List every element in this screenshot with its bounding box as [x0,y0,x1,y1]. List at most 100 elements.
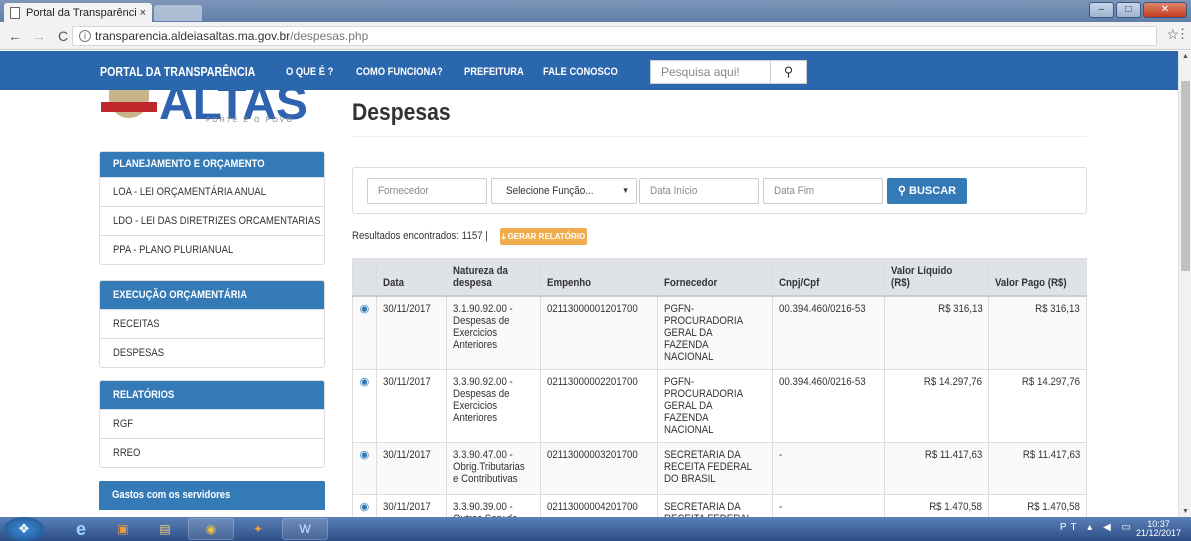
sidebar-item-ldo[interactable]: LDO - LEI DAS DIRETRIZES ORCAMENTARIAS [100,206,324,235]
firefox-icon[interactable]: ✦ [238,518,278,540]
col-header-valor-pago[interactable]: Valor Pago (R$) [988,258,1087,297]
cell-data: 30/11/2017 [375,442,447,495]
cell-valor-pago: R$ 316,13 [988,295,1087,370]
despesas-table: Data Natureza da despesa Empenho Fornece… [352,258,1087,541]
sidebar-item-rgf[interactable]: RGF [100,409,324,438]
dropdown-caret-icon: ▼ [622,186,630,195]
funcao-select[interactable]: Selecione Função... ▼ [491,178,637,204]
panel-planejamento: PLANEJAMENTO E ORÇAMENTO LOA - LEI ORÇAM… [99,151,325,265]
municipality-logo[interactable]: ALTAS FORTE É O POVO [101,90,324,134]
browser-menu-icon[interactable]: ⋮ [1176,26,1189,42]
sidebar-item-rreo[interactable]: RREO [100,438,324,467]
nav-link-o-que-e[interactable]: O QUE É ? [286,66,333,78]
table-header-row: Data Natureza da despesa Empenho Fornece… [352,258,1087,297]
col-header-valor-liquido[interactable]: Valor Líquido (R$) [884,258,990,297]
cell-cnpj: - [772,442,886,495]
scroll-down-icon[interactable]: ▼ [1179,508,1191,515]
chrome-icon[interactable]: ◉ [188,518,234,540]
nav-link-prefeitura[interactable]: PREFEITURA [464,66,524,78]
file-explorer-icon[interactable]: ▤ [146,518,184,540]
buscar-button[interactable]: ⚲ BUSCAR [887,178,967,204]
scroll-up-icon[interactable]: ▲ [1179,53,1191,60]
results-bar: Resultados encontrados: 1157 | ⤓ GERAR R… [352,228,587,245]
site-search: Pesquisa aqui! ⚲ [650,60,807,84]
cell-valor-liquido: R$ 11.417,63 [884,442,990,495]
view-eye-icon[interactable]: ◉ [352,442,377,495]
windows-taskbar: ❖ e ▣ ▤ ◉ ✦ W PT ▴ ◀ ▭ 10:37 21/12/2017 [0,517,1191,541]
results-count: Resultados encontrados: 1157 | [352,230,488,242]
start-button-icon[interactable]: ❖ [4,517,44,541]
cell-valor-liquido: R$ 14.297,76 [884,369,990,443]
search-icon: ⚲ [897,185,910,197]
panel-heading: Gastos com os servidores [99,481,325,510]
language-indicator[interactable]: PT [1060,522,1081,533]
tab-title: Portal da Transparência [26,6,136,19]
view-eye-icon[interactable]: ◉ [352,369,377,443]
logo-slogan: FORTE É O POVO [206,117,294,124]
data-fim-input[interactable]: Data Fim [763,178,883,204]
browser-tab[interactable]: Portal da Transparência × [4,3,152,22]
logo-text: ALTAS [159,90,308,130]
sidebar-item-ppa[interactable]: PPA - PLANO PLURIANUAL [100,235,324,264]
panel-heading: EXECUÇÃO ORÇAMENTÁRIA [100,281,324,309]
cell-valor-pago: R$ 11.417,63 [988,442,1087,495]
sidebar-item-loa[interactable]: LOA - LEI ORÇAMENTÁRIA ANUAL [100,177,324,206]
cell-cnpj: 00.394.460/0216-53 [772,369,886,443]
back-icon[interactable]: ← [6,28,24,44]
forward-icon[interactable]: → [30,28,48,44]
reload-icon[interactable]: C [54,28,72,44]
maximize-button[interactable]: □ [1116,2,1141,18]
page-scrollbar[interactable]: ▲ ▼ [1178,51,1191,517]
sidebar-item-despesas[interactable]: DESPESAS [100,338,324,367]
cell-cnpj: 00.394.460/0216-53 [772,295,886,370]
fornecedor-input[interactable]: Fornecedor [367,178,487,204]
network-icon[interactable]: ▭ [1122,522,1135,533]
cell-empenho: 02113000001201700 [540,295,659,370]
cell-empenho: 02113000003201700 [540,442,659,495]
cell-empenho: 02113000002201700 [540,369,659,443]
title-divider [352,136,1087,137]
cell-natureza: 3.3.90.47.00 - Obrig.Tributarias e Contr… [445,442,542,495]
panel-execucao: EXECUÇÃO ORÇAMENTÁRIA RECEITAS DESPESAS [99,280,325,368]
cell-fornecedor: PGFN-PROCURADORIA GERAL DA FAZENDA NACIO… [657,369,774,443]
nav-link-como-funciona[interactable]: COMO FUNCIONA? [356,66,443,78]
view-eye-icon[interactable]: ◉ [352,295,377,370]
data-inicio-input[interactable]: Data Início [639,178,759,204]
internet-explorer-icon[interactable]: e [62,518,100,540]
panel-heading: RELATÓRIOS [100,381,324,409]
col-header-natureza[interactable]: Natureza da despesa [445,258,542,297]
sidebar-item-receitas[interactable]: RECEITAS [100,309,324,338]
browser-tabstrip: Portal da Transparência × – □ ✕ [0,0,1191,22]
scrollbar-thumb[interactable] [1181,81,1190,271]
brand-link[interactable]: PORTAL DA TRANSPARÊNCIA [100,64,255,79]
col-header-view [352,258,377,297]
search-input[interactable]: Pesquisa aqui! [651,61,771,83]
cell-fornecedor: PGFN-PROCURADORIA GERAL DA FAZENDA NACIO… [657,295,774,370]
cell-valor-pago: R$ 14.297,76 [988,369,1087,443]
panel-gastos[interactable]: Gastos com os servidores [99,481,325,510]
tab-close-icon[interactable]: × [140,7,146,19]
page-icon [10,6,20,19]
new-tab-button[interactable] [154,5,202,21]
word-icon[interactable]: W [282,518,328,540]
gerar-relatorio-button[interactable]: ⤓ GERAR RELATÓRIO [500,228,587,245]
volume-icon[interactable]: ◀ [1103,522,1115,533]
filter-panel: Fornecedor Selecione Função... ▼ Data Iní… [352,167,1087,214]
col-header-data[interactable]: Data [375,258,447,297]
cell-data: 30/11/2017 [375,295,447,370]
col-header-cnpj[interactable]: Cnpj/Cpf [772,258,886,297]
nav-link-fale-conosco[interactable]: FALE CONOSCO [543,66,618,78]
site-info-icon[interactable]: i [79,30,91,42]
url-field[interactable]: i transparencia.aldeiasaltas.ma.gov.br/d… [72,26,1157,46]
url-host: transparencia.aldeiasaltas.ma.gov.br [95,29,291,43]
clock-date: 21/12/2017 [1135,528,1181,538]
col-header-fornecedor[interactable]: Fornecedor [657,258,774,297]
system-clock[interactable]: 10:37 21/12/2017 [1136,520,1181,538]
col-header-empenho[interactable]: Empenho [540,258,659,297]
media-player-icon[interactable]: ▣ [104,518,142,540]
cell-natureza: 3.1.90.92.00 - Despesas de Exercicios An… [445,295,542,370]
minimize-button[interactable]: – [1089,2,1114,18]
page-title: Despesas [352,99,451,126]
close-window-button[interactable]: ✕ [1143,2,1187,18]
search-icon[interactable]: ⚲ [771,61,806,83]
